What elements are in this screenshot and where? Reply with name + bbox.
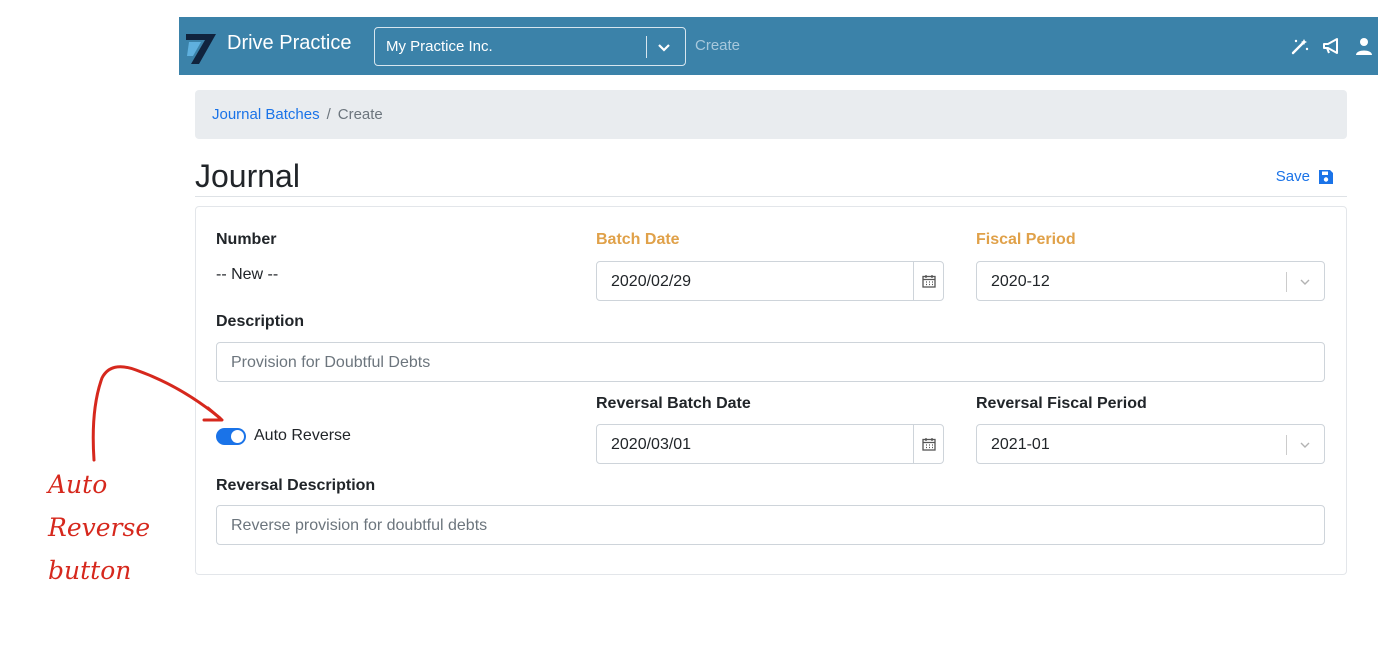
fiscal-period-select[interactable]: 2020-12 [976,261,1325,301]
fiscal-period-label: Fiscal Period [976,231,1076,248]
reversal-description-input[interactable]: Reverse provision for doubtful debts [216,505,1325,545]
batch-date-input[interactable]: 2020/02/29 [596,261,944,301]
chevron-down-icon [1300,442,1310,448]
megaphone-icon[interactable] [1322,36,1342,56]
calendar-icon [921,438,936,451]
reversal-fiscal-period-separator [1286,435,1287,455]
save-label: Save [1275,168,1310,185]
brand[interactable]: Drive Practice [183,27,351,67]
company-select-separator [646,36,647,58]
nav-context-label: Create [695,37,741,54]
reversal-fiscal-period-label: Reversal Fiscal Period [976,395,1147,412]
number-label: Number [216,231,277,248]
annotation-line: Auto [48,470,108,499]
chevron-down-icon [1300,279,1310,285]
reversal-fiscal-period-select[interactable]: 2021-01 [976,424,1325,464]
nav-icons [1290,36,1374,56]
reversal-batch-date-input[interactable]: 2020/03/01 [596,424,944,464]
breadcrumb-journal-batches[interactable]: Journal Batches [212,106,320,123]
auto-reverse-label[interactable]: Auto Reverse [254,427,351,445]
breadcrumb: Journal Batches / Create [195,90,1347,139]
user-icon[interactable] [1354,36,1374,56]
reversal-batch-date-calendar-button[interactable] [913,425,943,463]
reversal-fiscal-period-value: 2021-01 [991,436,1050,453]
save-button[interactable]: Save [1276,168,1334,185]
fiscal-period-separator [1286,272,1287,292]
description-label: Description [216,313,305,330]
calendar-icon [921,275,936,288]
top-navbar: Drive Practice My Practice Inc. Create [179,17,1378,75]
description-value: Provision for Doubtful Debts [231,354,431,371]
company-select[interactable]: My Practice Inc. [374,27,686,66]
title-divider [195,196,1347,197]
number-value: -- New -- [216,266,279,283]
description-input[interactable]: Provision for Doubtful Debts [216,342,1325,382]
magic-wand-icon[interactable] [1290,36,1310,56]
annotation-text: Auto Reverse button [48,463,150,592]
chevron-down-icon [658,44,670,52]
fiscal-period-value: 2020-12 [991,273,1050,290]
reversal-batch-date-value: 2020/03/01 [611,436,692,453]
reversal-batch-date-label: Reversal Batch Date [596,395,751,412]
reversal-description-label: Reversal Description [216,477,376,494]
page-title: Journal [195,158,300,194]
company-select-value: My Practice Inc. [386,38,493,55]
breadcrumb-current: Create [337,106,383,123]
annotation-line: Reverse [48,513,151,542]
brand-name: Drive Practice [227,31,352,54]
batch-date-calendar-button[interactable] [913,262,943,300]
annotation-line: button [48,556,132,585]
drive-practice-logo-icon [186,34,216,64]
page: Drive Practice My Practice Inc. Create J… [0,0,1378,646]
breadcrumb-separator: / [326,106,331,123]
batch-date-value: 2020/02/29 [611,273,692,290]
annotation-arrow-icon [91,365,224,462]
batch-date-label: Batch Date [596,231,680,248]
reversal-description-value: Reverse provision for doubtful debts [231,517,488,534]
floppy-disk-icon [1319,169,1333,184]
